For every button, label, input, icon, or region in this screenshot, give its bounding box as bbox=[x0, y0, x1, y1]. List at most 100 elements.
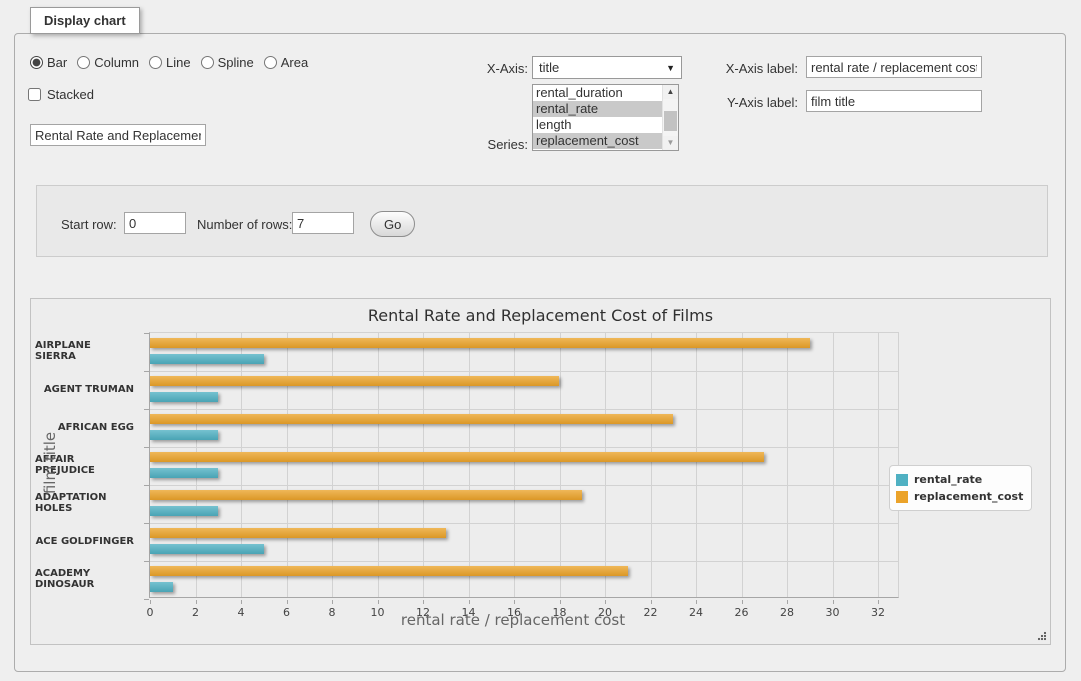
gridline bbox=[469, 333, 470, 597]
scrollbar-thumb[interactable] bbox=[664, 111, 677, 131]
plot-area: 02468101214161820222426283032 bbox=[149, 332, 899, 598]
chart-container: Rental Rate and Replacement Cost of Film… bbox=[30, 298, 1051, 645]
gridline bbox=[605, 333, 606, 597]
x-tick-mark bbox=[696, 600, 697, 604]
chart-type-option-spline[interactable]: Spline bbox=[201, 55, 254, 70]
category-separator bbox=[150, 523, 898, 524]
fieldset-legend-tab: Display chart bbox=[30, 7, 140, 34]
gridline bbox=[878, 333, 879, 597]
x-tick-mark bbox=[787, 600, 788, 604]
category-label: AIRPLANE SIERRA bbox=[35, 332, 143, 370]
gridline bbox=[332, 333, 333, 597]
bar-replacement_cost[interactable] bbox=[150, 566, 628, 576]
series-option-rental_rate[interactable]: rental_rate bbox=[533, 101, 662, 117]
gridline bbox=[651, 333, 652, 597]
y-tick-mark bbox=[144, 485, 149, 486]
y-tick-mark bbox=[144, 371, 149, 372]
gridline bbox=[378, 333, 379, 597]
y-axis-label-label: Y-Axis label: bbox=[718, 95, 798, 110]
category-label: ACADEMY DINOSAUR bbox=[35, 560, 143, 598]
legend-item-rental_rate[interactable]: rental_rate bbox=[896, 471, 1023, 488]
radio-label-area: Area bbox=[281, 55, 308, 70]
x-tick-mark bbox=[560, 600, 561, 604]
category-separator bbox=[150, 561, 898, 562]
series-option-rental_duration[interactable]: rental_duration bbox=[533, 85, 662, 101]
radio-spline[interactable] bbox=[201, 56, 214, 69]
bar-replacement_cost[interactable] bbox=[150, 338, 810, 348]
chart-type-option-line[interactable]: Line bbox=[149, 55, 191, 70]
gridline bbox=[742, 333, 743, 597]
gridline bbox=[196, 333, 197, 597]
series-select-label: Series: bbox=[440, 137, 528, 152]
series-options: rental_durationrental_ratelengthreplacem… bbox=[533, 85, 662, 150]
chart-type-option-column[interactable]: Column bbox=[77, 55, 139, 70]
go-button[interactable]: Go bbox=[370, 211, 415, 237]
x-axis-selected-value: title bbox=[539, 60, 559, 75]
legend-item-replacement_cost[interactable]: replacement_cost bbox=[896, 488, 1023, 505]
gridline bbox=[287, 333, 288, 597]
x-tick-mark bbox=[651, 600, 652, 604]
category-separator bbox=[150, 485, 898, 486]
radio-label-spline: Spline bbox=[218, 55, 254, 70]
x-tick-mark bbox=[150, 600, 151, 604]
bar-rental_rate[interactable] bbox=[150, 468, 218, 478]
bar-replacement_cost[interactable] bbox=[150, 490, 582, 500]
gridline bbox=[787, 333, 788, 597]
x-axis-label-input[interactable] bbox=[806, 56, 982, 78]
resize-handle-icon[interactable] bbox=[1036, 630, 1048, 642]
x-tick-mark bbox=[287, 600, 288, 604]
chart-type-option-area[interactable]: Area bbox=[264, 55, 308, 70]
x-tick-mark bbox=[833, 600, 834, 604]
category-label: ACE GOLDFINGER bbox=[35, 522, 143, 560]
chart-title: Rental Rate and Replacement Cost of Film… bbox=[31, 306, 1050, 325]
stacked-checkbox[interactable] bbox=[28, 88, 41, 101]
y-tick-mark bbox=[144, 599, 149, 600]
chevron-down-icon: ▼ bbox=[666, 63, 675, 73]
series-listbox[interactable]: rental_durationrental_ratelengthreplacem… bbox=[532, 84, 679, 151]
scroll-down-icon[interactable]: ▼ bbox=[663, 136, 678, 150]
legend-label: replacement_cost bbox=[914, 490, 1023, 503]
start-row-label: Start row: bbox=[61, 217, 117, 232]
gridline bbox=[833, 333, 834, 597]
y-tick-mark bbox=[144, 561, 149, 562]
x-tick-mark bbox=[241, 600, 242, 604]
bar-rental_rate[interactable] bbox=[150, 544, 264, 554]
bar-replacement_cost[interactable] bbox=[150, 528, 446, 538]
bar-replacement_cost[interactable] bbox=[150, 376, 559, 386]
bar-rental_rate[interactable] bbox=[150, 392, 218, 402]
bar-rental_rate[interactable] bbox=[150, 506, 218, 516]
y-tick-mark bbox=[144, 523, 149, 524]
start-row-input[interactable] bbox=[124, 212, 186, 234]
series-option-length[interactable]: length bbox=[533, 117, 662, 133]
bar-rental_rate[interactable] bbox=[150, 354, 264, 364]
bar-rental_rate[interactable] bbox=[150, 430, 218, 440]
bar-replacement_cost[interactable] bbox=[150, 414, 673, 424]
legend-swatch-icon bbox=[896, 474, 908, 486]
chart-title-input[interactable] bbox=[30, 124, 206, 146]
chart-type-option-bar[interactable]: Bar bbox=[30, 55, 67, 70]
x-tick-mark bbox=[332, 600, 333, 604]
bar-rental_rate[interactable] bbox=[150, 582, 173, 592]
series-option-replacement_cost[interactable]: replacement_cost bbox=[533, 133, 662, 149]
x-axis-title: rental rate / replacement cost bbox=[149, 611, 877, 629]
x-tick-mark bbox=[605, 600, 606, 604]
radio-line[interactable] bbox=[149, 56, 162, 69]
x-axis-select[interactable]: title ▼ bbox=[532, 56, 682, 79]
row-range-panel: Start row: Number of rows: Go bbox=[36, 185, 1048, 257]
radio-bar[interactable] bbox=[30, 56, 43, 69]
radio-column[interactable] bbox=[77, 56, 90, 69]
num-rows-input[interactable] bbox=[292, 212, 354, 234]
x-tick-mark bbox=[378, 600, 379, 604]
category-separator bbox=[150, 409, 898, 410]
y-axis-label-input[interactable] bbox=[806, 90, 982, 112]
x-tick-mark bbox=[514, 600, 515, 604]
y-tick-mark bbox=[144, 447, 149, 448]
scroll-up-icon[interactable]: ▲ bbox=[663, 85, 678, 99]
gridline bbox=[423, 333, 424, 597]
category-separator bbox=[150, 371, 898, 372]
bar-replacement_cost[interactable] bbox=[150, 452, 764, 462]
radio-area[interactable] bbox=[264, 56, 277, 69]
listbox-scrollbar[interactable]: ▲ ▼ bbox=[662, 85, 678, 150]
gridline bbox=[560, 333, 561, 597]
radio-label-bar: Bar bbox=[47, 55, 67, 70]
